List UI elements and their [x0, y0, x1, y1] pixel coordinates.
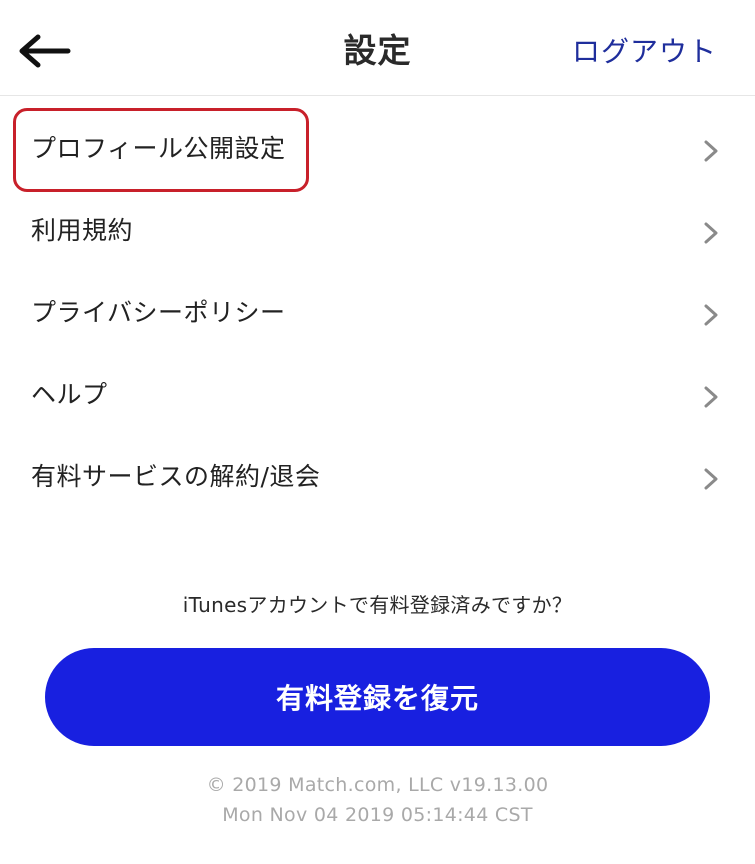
menu-item-label: ヘルプ [31, 380, 108, 409]
restore-prompt-text: iTunesアカウントで有料登録済みですか？ [182, 593, 573, 617]
menu-item-label: 利用規約 [31, 216, 134, 245]
app-header: 設定 ログアウト [0, 0, 755, 96]
menu-item-label: 有料サービスの解約/退会 [31, 462, 321, 491]
chevron-right-icon [704, 222, 718, 244]
copyright-text: © 2019 Match.com, LLC v19.13.00 [206, 774, 549, 796]
build-timestamp: Mon Nov 04 2019 05:14:44 CST [222, 804, 533, 826]
menu-item-label: プライバシーポリシー [31, 298, 286, 327]
back-button[interactable] [14, 28, 74, 74]
logout-link[interactable]: ログアウト [572, 30, 717, 74]
menu-item-label: プロフィール公開設定 [31, 134, 286, 163]
restore-purchase-button[interactable]: 有料登録を復元 [45, 648, 710, 746]
menu-item-cancel-subscription[interactable]: 有料サービスの解約/退会 [0, 436, 755, 518]
menu-item-terms[interactable]: 利用規約 [0, 190, 755, 272]
menu-item-profile-visibility[interactable]: プロフィール公開設定 [0, 108, 755, 190]
arrow-left-icon [19, 34, 71, 68]
menu-item-privacy-policy[interactable]: プライバシーポリシー [0, 272, 755, 354]
settings-menu: プロフィール公開設定 利用規約 プライバシーポリシー ヘルプ 有料サービスの解約… [0, 108, 755, 518]
chevron-right-icon [704, 468, 718, 490]
chevron-right-icon [704, 140, 718, 162]
app-footer: © 2019 Match.com, LLC v19.13.00 Mon Nov … [0, 770, 755, 830]
chevron-right-icon [704, 304, 718, 326]
menu-item-help[interactable]: ヘルプ [0, 354, 755, 436]
chevron-right-icon [704, 386, 718, 408]
